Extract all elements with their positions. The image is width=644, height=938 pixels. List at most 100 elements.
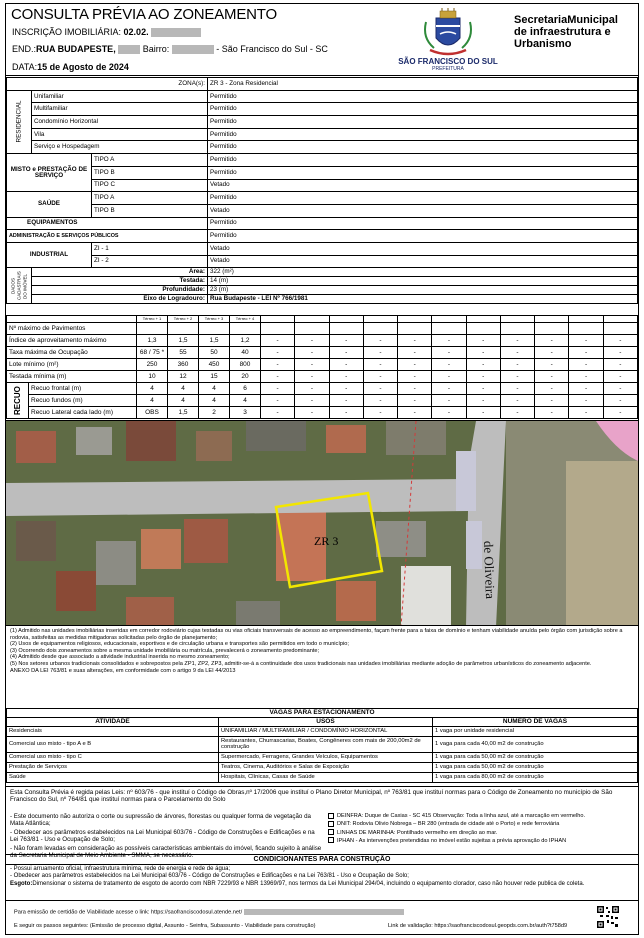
viability-link[interactable]: Para emissão de certidão de Viabilidade … (14, 909, 404, 915)
table-cell: 1 vaga por unidade residencial (432, 726, 638, 737)
legal-text: Esta Consulta Prévia é regida pelas Leis… (10, 789, 613, 803)
empty-value: - (259, 382, 296, 395)
redacted-block (243, 909, 404, 915)
empty-value: - (465, 358, 501, 371)
use-name: Serviço e Hospedagem (31, 140, 208, 155)
redacted-block (151, 28, 202, 38)
checkbox[interactable] (328, 820, 334, 827)
table-cell: 1 vaga para cada 50,00 m2 de construção (432, 752, 638, 763)
checklist-item: DNIT: Rodovia Olivio Nobrega – BR 280 (e… (328, 820, 634, 828)
address-line: END.:RUA BUDAPESTE, Bairro: - São Franci… (12, 44, 328, 55)
empty-value: - (259, 370, 296, 383)
note: ANEXO DA LEI 763/81 e suas alterações, e… (10, 667, 236, 674)
empty-value: - (362, 334, 399, 347)
param-value: OBS (136, 406, 168, 419)
page-title: CONSULTA PRÉVIA AO ZONEAMENTO (11, 6, 277, 23)
legal-item: - Este documento não autoriza o corte ou… (10, 813, 311, 827)
use-status: Vetado (207, 241, 638, 256)
empty-value: - (568, 370, 604, 383)
empty-value: - (294, 394, 330, 407)
note: (2) Usos de equipamentos religiosos, edu… (10, 641, 349, 648)
param-value: 1,3 (136, 334, 168, 347)
empty-value: - (431, 370, 467, 383)
empty-value: - (602, 394, 638, 407)
param-name: Lote mínimo (m²) (6, 358, 137, 371)
group-dados: DADOS CADASTRAIS DO IMÓVEL (6, 267, 32, 304)
viability-link-text[interactable]: Para emissão de certidão de Viabilidade … (14, 909, 242, 915)
checkbox[interactable] (328, 829, 334, 836)
use-name: Condomínio Horizontal (31, 115, 208, 129)
param-value: 68 / 75 * (136, 346, 168, 359)
use-status: Permitido (207, 102, 638, 117)
use-status: Permitido (207, 115, 638, 129)
empty-value: - (568, 358, 604, 371)
use-status: Permitido (207, 140, 638, 155)
validation-link[interactable]: Link de validação: https://saofranciscod… (388, 923, 567, 929)
empty-value: - (499, 394, 536, 407)
column-header: NÚMERO DE VAGAS (432, 717, 638, 727)
empty-value: - (328, 406, 364, 419)
use-status: Vetado (207, 254, 638, 269)
empty-value: - (602, 370, 638, 383)
empty-value: - (294, 382, 330, 395)
use-status: Permitido (207, 127, 638, 142)
checklist-item: IPHAN - As intervenções pretendidas no i… (328, 837, 634, 845)
use-name: Multifamiliar (31, 102, 208, 117)
table-cell: 1 vaga para cada 80,00 m2 de construção (432, 772, 638, 783)
empty-value: - (568, 346, 604, 359)
qr-code-icon (596, 905, 620, 929)
table-row: SAÚDE TIPO A Permitido (6, 191, 638, 218)
table-row: TIPO B Vetado (7, 203, 638, 218)
use-status: Vetado (207, 203, 638, 218)
empty-value: - (259, 406, 296, 419)
checkbox[interactable] (328, 812, 334, 819)
bairro-label: Bairro: (142, 44, 170, 54)
table-row: INDUSTRIAL ZI - 1 Vetado (6, 241, 638, 269)
tiny-header: Térreo + 1 (136, 315, 168, 323)
empty-value: - (362, 370, 399, 383)
checklist-label: IPHAN - As intervenções pretendidas no i… (337, 837, 567, 844)
use-name: Unifamiliar (31, 89, 208, 104)
document-footer: Para emissão de certidão de Viabilidade … (6, 900, 638, 934)
empty-value: - (568, 394, 604, 407)
table-row: Serviço e Hospedagem Permitido (7, 140, 638, 155)
table-row: Recuo fundos (m) 4 4 4 4 ----------- (7, 394, 638, 407)
empty-value: - (465, 370, 501, 383)
use-status: Permitido (207, 216, 638, 231)
table-row: ZI - 2 Vetado (7, 254, 638, 269)
inscricao-label: INSCRIÇÃO IMOBILIÁRIA: (12, 27, 122, 37)
param-value: 15 (198, 370, 230, 383)
aerial-map[interactable]: ZR 3 de Oliveira (6, 420, 638, 626)
secretaria-title: SecretariaMunicipal de infraestrutura e … (514, 14, 638, 50)
logo-subtitle: PREFEITURA (432, 66, 464, 72)
zona-value: ZR 3 - Zona Residencial (207, 77, 638, 91)
cadastro-value: 14 (m) (207, 276, 638, 287)
city: - São Francisco do Sul - SC (216, 44, 328, 54)
empty-value: - (397, 394, 433, 407)
checkbox[interactable] (328, 837, 334, 844)
checklist-item: DEINFRA: Duque de Caxias - SC 415 Observ… (328, 812, 634, 820)
table-cell: 1 vaga para cada 50,00 m2 de construção (432, 762, 638, 773)
secretaria-line: Urbanismo (514, 38, 572, 50)
inscricao-line: INSCRIÇÃO IMOBILIÁRIA: 02.02. (12, 27, 202, 38)
param-value: 20 (229, 370, 261, 383)
checklist-item: LINHAS DE MARINHA: Pontilhado vermelho e… (328, 829, 634, 837)
table-row: Profundidade: 23 (m) (7, 285, 638, 296)
group-residencial: RESIDENCIAL (6, 90, 32, 154)
inscricao-value: 02.02. (123, 27, 149, 37)
table-cell: Teatros, Cinema, Auditórios e Salas de E… (218, 762, 433, 773)
cadastro-value: 322 (m²) (207, 267, 638, 278)
use-status: Permitido (207, 89, 638, 104)
empty-value: - (328, 358, 364, 371)
empty-value: - (602, 406, 638, 419)
table-cell: Prestação de Serviços (6, 762, 219, 773)
table-row: Prestação de Serviços Teatros, Cinema, Au… (6, 762, 638, 773)
table-row: Testada mínima (m) 10 12 15 20 ---------… (6, 370, 638, 383)
table-cell: Supermercado, Ferragens, Grandes Veículo… (218, 752, 433, 763)
param-value: 3 (229, 406, 261, 419)
table-row: Multifamiliar Permitido (7, 102, 638, 117)
empty-value: - (397, 382, 433, 395)
table-row: Vila Permitido (7, 127, 638, 142)
empty-value: - (534, 394, 570, 407)
empty-value: - (465, 334, 501, 347)
